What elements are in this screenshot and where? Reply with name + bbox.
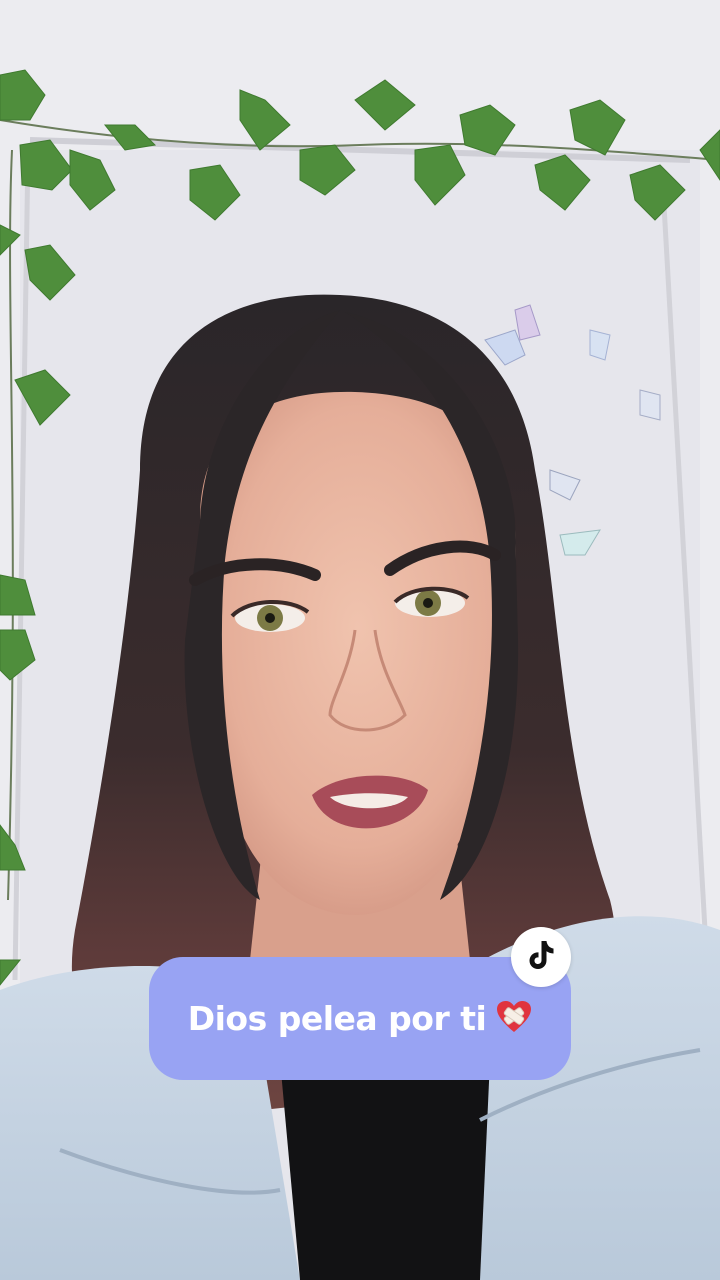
background-photo [0, 0, 720, 1280]
mending-heart-icon [496, 1000, 532, 1038]
tiktok-badge [511, 927, 571, 987]
video-frame [0, 0, 720, 1280]
caption-text: Dios pelea por ti [187, 999, 487, 1038]
tiktok-logo-icon [526, 939, 556, 975]
caption-bubble: Dios pelea por ti [149, 957, 571, 1080]
